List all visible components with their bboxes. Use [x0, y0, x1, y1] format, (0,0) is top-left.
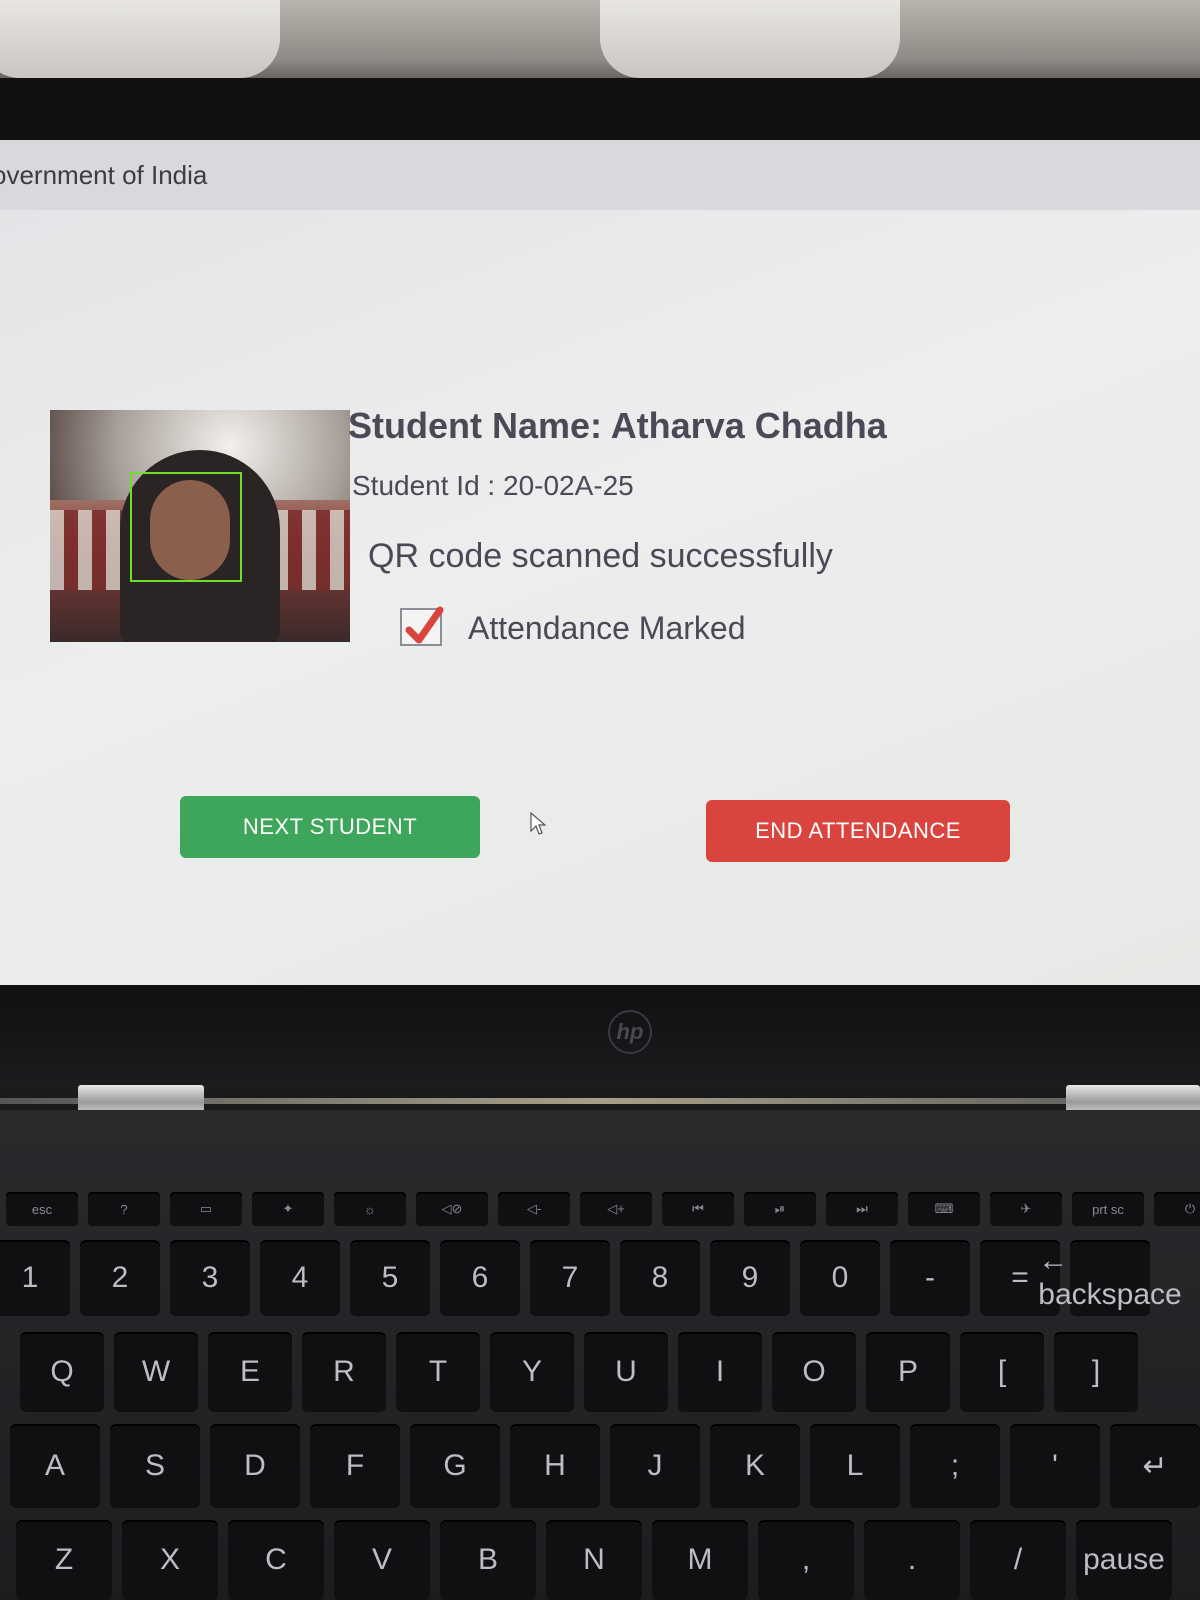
qr-status-message: QR code scanned successfully — [368, 537, 833, 575]
key-top-row-1[interactable]: W — [114, 1332, 198, 1412]
chair — [0, 0, 280, 78]
key-home-row-1[interactable]: S — [110, 1424, 200, 1508]
key-num-row-4[interactable]: 5 — [350, 1240, 430, 1316]
attendance-marked-label: Attendance Marked — [468, 610, 746, 646]
key-bottom-row-3[interactable]: V — [334, 1520, 430, 1600]
key-top-row-5[interactable]: Y — [490, 1332, 574, 1412]
key-fn-row-3[interactable]: ✦ — [252, 1192, 324, 1226]
key-home-row-8[interactable]: L — [810, 1424, 900, 1508]
key-num-row-12[interactable]: ← backspace — [1038, 1240, 1182, 1316]
key-num-row-0[interactable]: 1 — [0, 1240, 70, 1316]
key-fn-row-7[interactable]: ◁+ — [580, 1192, 652, 1226]
key-top-row-0[interactable]: Q — [20, 1332, 104, 1412]
key-bottom-row-8[interactable]: . — [864, 1520, 960, 1600]
key-top-row-2[interactable]: E — [208, 1332, 292, 1412]
key-top-row-9[interactable]: P — [866, 1332, 950, 1412]
key-fn-row-2[interactable]: ▭ — [170, 1192, 242, 1226]
key-bottom-row-9[interactable]: / — [970, 1520, 1066, 1600]
key-fn-row-9[interactable]: ⏯ — [744, 1192, 816, 1226]
student-name: Student Name: Atharva Chadha — [348, 405, 887, 446]
top-letter-row: Q W E R T Y U I O P[] — [20, 1332, 1138, 1412]
key-top-row-7[interactable]: I — [678, 1332, 762, 1412]
key-num-row-1[interactable]: 2 — [80, 1240, 160, 1316]
bottom-letter-row: Z X C V B N M,. / pause — [16, 1520, 1172, 1600]
key-home-row-0[interactable]: A — [10, 1424, 100, 1508]
key-top-row-10[interactable]: [ — [960, 1332, 1044, 1412]
hp-logo-icon: hp — [608, 1010, 652, 1054]
key-fn-row-4[interactable]: ☼ — [334, 1192, 406, 1226]
function-key-row: esc? ▭ ✦ ☼ ◁⊘ ◁- ◁+ ⏮ ⏯ ⏭ ⌨ ✈ prt sc ⏻ — [6, 1192, 1200, 1226]
key-top-row-11[interactable]: ] — [1054, 1332, 1138, 1412]
key-bottom-row-6[interactable]: M — [652, 1520, 748, 1600]
key-fn-row-5[interactable]: ◁⊘ — [416, 1192, 488, 1226]
header-bar: overnment of India — [0, 140, 1200, 210]
key-fn-row-1[interactable]: ? — [88, 1192, 160, 1226]
key-bottom-row-5[interactable]: N — [546, 1520, 642, 1600]
end-attendance-button[interactable]: END ATTENDANCE — [706, 800, 1010, 862]
key-fn-row-8[interactable]: ⏮ — [662, 1192, 734, 1226]
home-letter-row: A S D F G H J K L; ' ↵ — [10, 1424, 1200, 1508]
keyboard-deck: esc? ▭ ✦ ☼ ◁⊘ ◁- ◁+ ⏮ ⏯ ⏭ ⌨ ✈ prt sc ⏻ 1234567890-=← … — [0, 1110, 1200, 1600]
key-home-row-4[interactable]: G — [410, 1424, 500, 1508]
key-fn-row-0[interactable]: esc — [6, 1192, 78, 1226]
key-home-row-11[interactable]: ↵ — [1110, 1424, 1200, 1508]
key-num-row-3[interactable]: 4 — [260, 1240, 340, 1316]
mouse-cursor-icon — [530, 812, 546, 835]
header-title: overnment of India — [0, 160, 208, 190]
key-num-row-10[interactable]: - — [890, 1240, 970, 1316]
key-fn-row-13[interactable]: prt sc — [1072, 1192, 1144, 1226]
laptop-screen: overnment of India Student Name: Atharva… — [0, 140, 1200, 990]
key-bottom-row-7[interactable]: , — [758, 1520, 854, 1600]
key-num-row-2[interactable]: 3 — [170, 1240, 250, 1316]
key-top-row-8[interactable]: O — [772, 1332, 856, 1412]
key-bottom-row-10[interactable]: pause — [1076, 1520, 1172, 1600]
key-num-row-8[interactable]: 9 — [710, 1240, 790, 1316]
student-id: Student Id : 20-02A-25 — [352, 470, 634, 501]
student-photo — [50, 410, 350, 642]
key-num-row-5[interactable]: 6 — [440, 1240, 520, 1316]
key-bottom-row-2[interactable]: C — [228, 1520, 324, 1600]
key-num-row-7[interactable]: 8 — [620, 1240, 700, 1316]
key-home-row-7[interactable]: K — [710, 1424, 800, 1508]
key-num-row-9[interactable]: 0 — [800, 1240, 880, 1316]
key-home-row-9[interactable]: ; — [910, 1424, 1000, 1508]
number-key-row: 1234567890-=← backspace — [0, 1240, 1182, 1316]
key-top-row-4[interactable]: T — [396, 1332, 480, 1412]
key-home-row-10[interactable]: ' — [1010, 1424, 1100, 1508]
laptop-bezel-bottom — [0, 985, 1200, 1090]
key-bottom-row-4[interactable]: B — [440, 1520, 536, 1600]
chair — [600, 0, 900, 78]
key-top-row-3[interactable]: R — [302, 1332, 386, 1412]
key-home-row-6[interactable]: J — [610, 1424, 700, 1508]
key-num-row-6[interactable]: 7 — [530, 1240, 610, 1316]
key-top-row-6[interactable]: U — [584, 1332, 668, 1412]
key-fn-row-10[interactable]: ⏭ — [826, 1192, 898, 1226]
face-detection-box — [130, 472, 242, 582]
next-student-button[interactable]: NEXT STUDENT — [180, 796, 480, 858]
key-fn-row-12[interactable]: ✈ — [990, 1192, 1062, 1226]
key-home-row-3[interactable]: F — [310, 1424, 400, 1508]
key-fn-row-6[interactable]: ◁- — [498, 1192, 570, 1226]
laptop-bezel-top — [0, 78, 1200, 148]
key-fn-row-14[interactable]: ⏻ — [1154, 1192, 1200, 1226]
check-mark-icon — [405, 606, 444, 644]
key-bottom-row-0[interactable]: Z — [16, 1520, 112, 1600]
key-bottom-row-1[interactable]: X — [122, 1520, 218, 1600]
key-fn-row-11[interactable]: ⌨ — [908, 1192, 980, 1226]
attendance-checkbox[interactable] — [400, 606, 444, 646]
key-home-row-2[interactable]: D — [210, 1424, 300, 1508]
key-home-row-5[interactable]: H — [510, 1424, 600, 1508]
